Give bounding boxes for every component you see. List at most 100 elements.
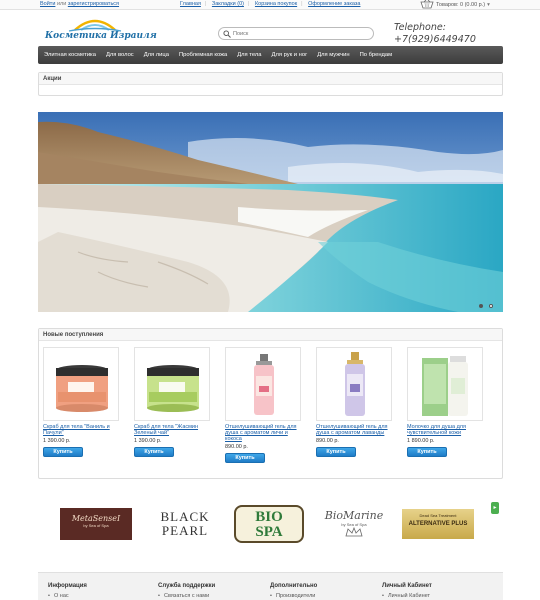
product-price: 1 390.00 р.: [134, 438, 162, 444]
menu-item-problem-skin[interactable]: Проблемная кожа: [179, 52, 227, 58]
logo-text: Косметика Израиля: [45, 31, 157, 41]
login-link[interactable]: Войти: [40, 1, 55, 7]
metasense-logo-text: MetaSenseI: [71, 514, 121, 523]
product-name[interactable]: Отшелушивающий гель для душа с ароматом …: [316, 424, 396, 436]
wishlist-link[interactable]: Закладки (0): [212, 1, 244, 7]
product-card: Скраб для тела "Жасмин Зеленый чай" 1 39…: [134, 347, 225, 463]
home-link[interactable]: Главная: [180, 1, 201, 7]
brand-logo-biomarine[interactable]: BioMarine by Sea of Spa: [318, 506, 390, 542]
metasense-logo-sub: by Sea of Spa: [83, 523, 109, 528]
site-logo[interactable]: Косметика Израиля: [45, 18, 157, 46]
phone-block: Telephone: +7(929)6449470: [394, 22, 476, 46]
register-link[interactable]: зарегистрироваться: [68, 1, 119, 7]
footer-column-account: Личный Кабинет Личный Кабинет: [382, 583, 432, 599]
search-icon[interactable]: [223, 30, 231, 38]
checkout-link[interactable]: Оформление заказа: [308, 1, 360, 7]
footer-link[interactable]: Производители: [270, 593, 317, 599]
main-menu: Элитная косметика Для волос Для лица Про…: [38, 46, 503, 64]
slider-dot-1[interactable]: [479, 304, 483, 308]
sun-wave-icon: [68, 19, 122, 32]
footer-column-info: Информация О нас: [48, 583, 87, 599]
footer-link[interactable]: О нас: [48, 593, 87, 599]
footer-column-title: Дополнительно: [270, 583, 318, 589]
biomarine-logo: BioMarine by Sea of Spa: [325, 509, 383, 539]
search-box: [218, 27, 374, 40]
menu-item-elite[interactable]: Элитная косметика: [44, 52, 96, 58]
new-products-box: Новые поступления Скраб для тела "Ваниль…: [38, 328, 503, 479]
footer-column-support: Служба поддержки Связаться с нами: [158, 583, 215, 599]
chevron-down-icon: ▾: [487, 1, 490, 8]
product-image[interactable]: [316, 347, 392, 421]
banner-slider[interactable]: [38, 112, 503, 312]
product-image[interactable]: [134, 347, 210, 421]
cart-summary[interactable]: Товаров: 0 (0.00 р.) ▾: [420, 0, 490, 9]
bio-spa-logo-top: BIO: [255, 509, 283, 525]
product-price: 890.00 р.: [316, 438, 339, 444]
buy-button[interactable]: Купить: [43, 447, 83, 457]
footer-column-title: Служба поддержки: [158, 583, 216, 589]
brands-carousel: MetaSenseI by Sea of Spa BLACK PEARL BIO…: [38, 494, 503, 554]
product-image[interactable]: [407, 347, 483, 421]
dead-sea-banner-image: [38, 112, 503, 312]
top-links: Главная | Закладки (0) | Корзина покупок | …: [180, 1, 361, 7]
bio-spa-logo-bottom: SPA: [255, 524, 283, 540]
footer-column-title: Личный Кабинет: [382, 583, 432, 589]
brand-logo-bio-spa[interactable]: BIO SPA: [233, 505, 305, 543]
product-card: Скраб для тела "Ваниль и Пачули" 1 390.0…: [43, 347, 134, 463]
menu-item-men[interactable]: Для мужчин: [317, 52, 349, 58]
product-image[interactable]: [43, 347, 119, 421]
account-links: Войти или зарегистрироваться: [40, 1, 119, 7]
biomarine-logo-text: BioMarine: [324, 509, 384, 522]
menu-item-face[interactable]: Для лица: [144, 52, 169, 58]
chevron-right-icon: ▸: [493, 505, 497, 511]
basket-icon: [420, 0, 434, 9]
brand-logo-alternative-plus[interactable]: Dead Sea Treatment ALTERNATIVE PLUS: [400, 506, 476, 542]
alternative-plus-logo: Dead Sea Treatment ALTERNATIVE PLUS: [402, 509, 474, 539]
menu-item-body[interactable]: Для тела: [237, 52, 261, 58]
menu-item-hands-feet[interactable]: Для рук и ног: [272, 52, 308, 58]
product-name[interactable]: Скраб для тела "Жасмин Зеленый чай": [134, 424, 214, 436]
buy-button[interactable]: Купить: [316, 447, 356, 457]
black-pearl-logo-top: BLACK: [160, 509, 210, 524]
product-price: 1 890.00 р.: [407, 438, 435, 444]
buy-button[interactable]: Купить: [134, 447, 174, 457]
promo-box: Акции: [38, 72, 503, 96]
footer: Информация О нас Служба поддержки Связат…: [38, 572, 503, 600]
or-text: или: [56, 1, 67, 7]
menu-item-brands[interactable]: По брендам: [360, 52, 393, 58]
phone-label: Telephone:: [394, 22, 446, 33]
product-name[interactable]: Молочко для душа для чувствительной кожи: [407, 424, 487, 436]
black-pearl-logo-bottom: PEARL: [161, 523, 209, 538]
scrub-jar-image: [56, 365, 108, 412]
product-price: 1 390.00 р.: [43, 438, 71, 444]
product-card: Отшелушивающий гель для душа с ароматом …: [225, 347, 316, 463]
buy-button[interactable]: Купить: [407, 447, 447, 457]
footer-link[interactable]: Связаться с нами: [158, 593, 215, 599]
brand-logo-black-pearl[interactable]: BLACK PEARL: [150, 506, 220, 542]
buy-button[interactable]: Купить: [225, 453, 265, 463]
product-name[interactable]: Скраб для тела "Ваниль и Пачули": [43, 424, 123, 436]
product-list: Скраб для тела "Ваниль и Пачули" 1 390.0…: [43, 347, 498, 463]
brand-logo-metasense[interactable]: MetaSenseI by Sea of Spa: [60, 506, 132, 542]
menu-item-hair[interactable]: Для волос: [106, 52, 134, 58]
slider-pagination: [473, 304, 493, 308]
crown-emblem-icon: [345, 526, 363, 537]
slider-dot-2[interactable]: [489, 304, 493, 308]
promo-title: Акции: [39, 73, 502, 85]
gel-bottle-image: [254, 354, 274, 415]
metasense-logo: MetaSenseI by Sea of Spa: [60, 508, 132, 540]
product-name[interactable]: Отшелушивающий гель для душа с ароматом …: [225, 424, 305, 442]
bio-spa-logo: BIO SPA: [234, 505, 304, 543]
new-products-title: Новые поступления: [39, 329, 502, 341]
search-input[interactable]: [233, 29, 371, 38]
scrub-jar-image: [147, 365, 199, 412]
product-price: 890.00 р.: [225, 444, 248, 450]
milk-bottle-image: [422, 356, 468, 416]
gel-bottle-image: [345, 352, 365, 416]
footer-column-extras: Дополнительно Производители: [270, 583, 317, 599]
cart-link[interactable]: Корзина покупок: [255, 1, 297, 7]
footer-link[interactable]: Личный Кабинет: [382, 593, 432, 599]
carousel-next-button[interactable]: ▸: [491, 502, 499, 514]
footer-column-title: Информация: [48, 583, 87, 589]
product-image[interactable]: [225, 347, 301, 421]
